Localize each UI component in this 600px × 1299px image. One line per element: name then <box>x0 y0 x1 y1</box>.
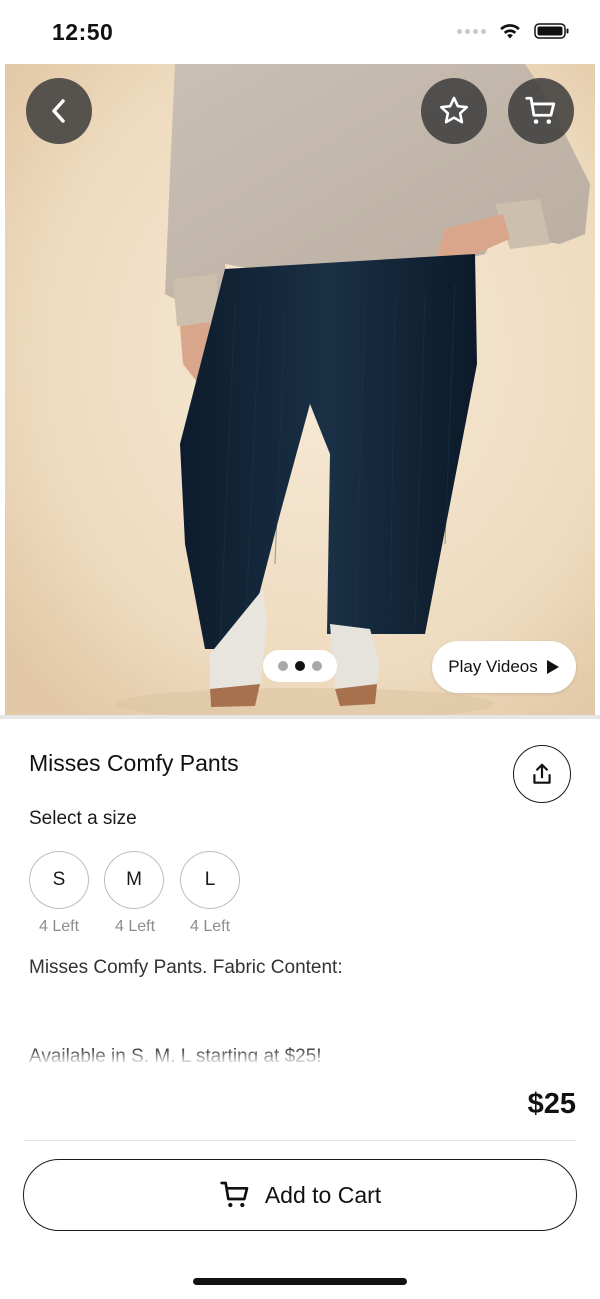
size-option-m[interactable]: M <box>104 851 164 909</box>
size-stock-l: 4 Left <box>189 918 231 935</box>
pager-dot[interactable] <box>278 661 288 671</box>
add-to-cart-label: Add to Cart <box>264 1181 382 1208</box>
add-to-cart-button[interactable]: Add to Cart <box>23 1159 577 1231</box>
wifi-icon <box>500 24 520 39</box>
pager-dot-active[interactable] <box>295 661 305 671</box>
pager-dot[interactable] <box>312 661 322 671</box>
product-image[interactable]: Play Videos <box>5 64 595 715</box>
size-heading: Select a size <box>29 808 137 829</box>
size-option-s[interactable]: S <box>29 851 89 909</box>
play-icon <box>546 660 559 674</box>
back-button[interactable] <box>26 78 92 144</box>
battery-icon <box>534 23 569 39</box>
chevron-left-icon <box>52 99 65 123</box>
divider <box>24 1140 576 1141</box>
product-photo <box>5 64 595 715</box>
home-indicator[interactable] <box>193 1278 407 1285</box>
cart-button[interactable] <box>508 78 574 144</box>
product-description: Misses Comfy Pants. Fabric Content: <box>29 957 343 978</box>
play-videos-button[interactable]: Play Videos <box>432 641 576 693</box>
favorite-button[interactable] <box>421 78 487 144</box>
star-icon <box>439 96 469 124</box>
image-divider <box>0 715 600 719</box>
status-time: 12:50 <box>52 19 114 45</box>
product-price: $25 <box>527 1088 576 1120</box>
status-bar: 12:50 <box>0 0 600 64</box>
play-videos-label: Play Videos <box>448 657 538 676</box>
share-icon <box>533 763 551 784</box>
share-button[interactable] <box>513 745 571 803</box>
image-pager[interactable] <box>263 650 337 682</box>
purchase-bar: $25 Add to Cart <box>0 1062 600 1299</box>
size-option-l[interactable]: L <box>180 851 240 909</box>
size-stock-s: 4 Left <box>38 918 80 935</box>
size-stock-m: 4 Left <box>114 918 156 935</box>
status-icons <box>457 22 570 40</box>
product-title: Misses Comfy Pants <box>29 750 239 776</box>
cart-icon <box>525 96 556 124</box>
cart-icon <box>220 1181 249 1208</box>
signal-icon <box>457 28 486 34</box>
